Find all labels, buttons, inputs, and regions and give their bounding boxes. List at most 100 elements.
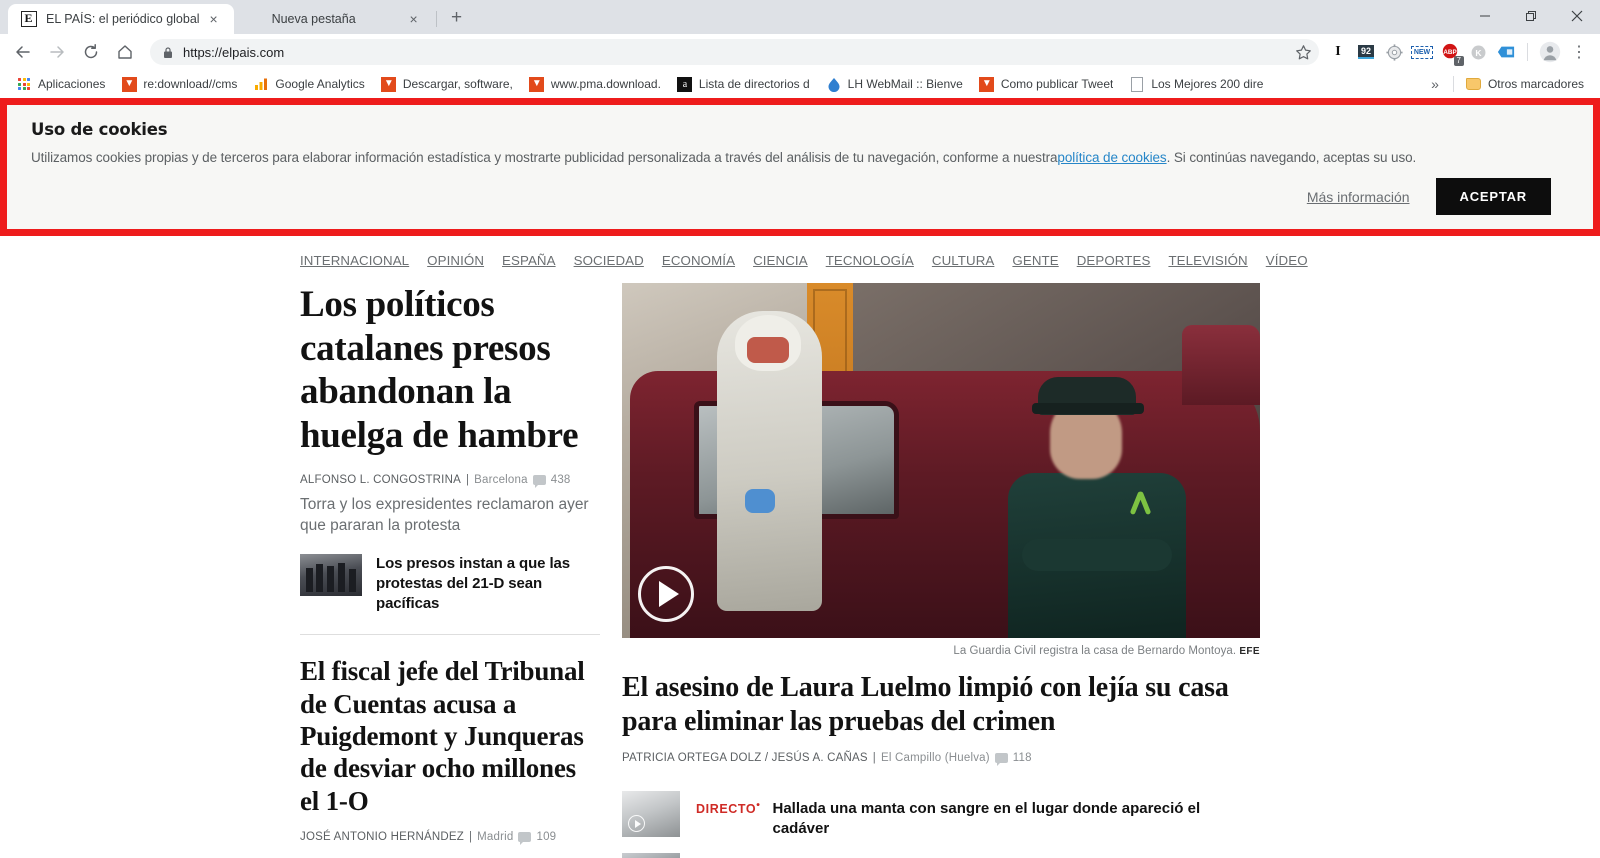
nav-tecnologia[interactable]: TECNOLOGÍA <box>826 253 914 268</box>
bookmarks-overflow-icon[interactable]: » <box>1421 76 1449 92</box>
forward-icon[interactable] <box>42 37 72 67</box>
blue-glove <box>745 489 775 513</box>
bookmark-apps[interactable]: Aplicaciones <box>8 73 113 95</box>
nav-opinion[interactable]: OPINIÓN <box>427 253 484 268</box>
main-content: Los políticos catalanes presos abandonan… <box>300 283 1260 858</box>
right-column: La Guardia Civil registra la casa de Ber… <box>622 283 1260 858</box>
bookmark-label: re:download//cms <box>143 77 238 91</box>
nav-cultura[interactable]: CULTURA <box>932 253 995 268</box>
next-article-row[interactable] <box>622 839 1260 858</box>
bookmark-star-icon[interactable] <box>1289 38 1317 66</box>
byline-separator: | <box>465 473 470 486</box>
live-article-row[interactable]: DIRECTO• Hallada una manta con sangre en… <box>622 773 1260 839</box>
bookmark-pma-download[interactable]: ▼ www.pma.download. <box>521 73 669 95</box>
bookmark-otros-marcadores[interactable]: Otros marcadores <box>1458 73 1592 95</box>
nav-sociedad[interactable]: SOCIEDAD <box>574 253 644 268</box>
nav-gente[interactable]: GENTE <box>1012 253 1058 268</box>
tab-elpais[interactable]: E EL PAÍS: el periódico global × <box>8 4 234 34</box>
section-divider <box>300 634 600 636</box>
close-window-icon[interactable] <box>1554 0 1600 32</box>
gear-extension-icon[interactable] <box>1381 39 1407 65</box>
extension-strip: I 92 NEW ABP 7 K ⋮ <box>1325 38 1592 66</box>
hero-image[interactable] <box>622 283 1260 638</box>
comment-count[interactable]: 109 <box>518 831 556 846</box>
close-icon[interactable]: × <box>206 11 222 27</box>
reload-icon[interactable] <box>76 37 106 67</box>
cookie-policy-link[interactable]: política de cookies <box>1057 150 1166 165</box>
more-info-link[interactable]: Más información <box>1307 189 1410 205</box>
related-title[interactable]: Los presos instan a que las protestas de… <box>376 554 600 614</box>
bookmark-lista-directorios[interactable]: a Lista de directorios d <box>669 73 818 95</box>
adblock-extension-icon[interactable]: ABP 7 <box>1437 39 1464 66</box>
document-icon <box>1129 76 1145 92</box>
home-icon[interactable] <box>110 37 140 67</box>
minimize-icon[interactable] <box>1462 0 1508 32</box>
blank-favicon <box>246 11 263 28</box>
bookmark-mejores-200[interactable]: Los Mejores 200 dire <box>1121 73 1271 95</box>
kaspersky-extension-icon[interactable]: K <box>1465 39 1491 65</box>
comment-count[interactable]: 438 <box>532 474 571 488</box>
fox-icon: ▼ <box>121 76 137 92</box>
related-article-1[interactable]: Los presos instan a que las protestas de… <box>300 554 600 630</box>
lead-summary: Torra y los expresidentes reclamaron aye… <box>300 495 589 534</box>
bookmark-descargar[interactable]: ▼ Descargar, software, <box>373 73 521 95</box>
nav-video[interactable]: VÍDEO <box>1266 253 1308 268</box>
back-icon[interactable] <box>8 37 38 67</box>
bookmark-lh-webmail[interactable]: LH WebMail :: Bienve <box>818 73 971 95</box>
comment-bubble-icon <box>518 832 532 846</box>
comment-count-value: 118 <box>1012 752 1032 765</box>
bookmarks-divider <box>1452 76 1454 92</box>
close-icon[interactable]: × <box>406 11 422 27</box>
related-article-2[interactable] <box>300 852 600 858</box>
tab-title: EL PAÍS: el periódico global <box>46 12 200 26</box>
live-dot-icon: • <box>756 800 761 812</box>
tag-extension-icon[interactable] <box>1493 39 1519 65</box>
new-tab-button[interactable]: + <box>443 4 471 32</box>
chrome-menu-icon[interactable]: ⋮ <box>1566 38 1592 66</box>
pagerank-extension-icon[interactable]: 92 <box>1353 39 1379 65</box>
comment-count[interactable]: 118 <box>994 752 1032 767</box>
next-title[interactable] <box>696 853 700 858</box>
nav-deportes[interactable]: DEPORTES <box>1077 253 1151 268</box>
bookmark-publicar-tweet[interactable]: ▼ Como publicar Tweet <box>971 73 1122 95</box>
comment-bubble-icon <box>532 474 546 488</box>
new-tab-extension-icon[interactable]: NEW <box>1409 39 1435 65</box>
window-controls <box>1462 0 1600 34</box>
hero-credit: EFE <box>1239 646 1260 657</box>
bookmark-label: Descargar, software, <box>402 77 513 91</box>
bookmark-redownload[interactable]: ▼ re:download//cms <box>113 73 245 95</box>
nav-television[interactable]: TELEVISIÓN <box>1168 253 1247 268</box>
cookie-banner-title: Uso de cookies <box>31 120 168 139</box>
accept-cookies-button[interactable]: ACEPTAR <box>1435 178 1551 215</box>
toolbar-divider <box>1527 43 1528 61</box>
live-title[interactable]: Hallada una manta con sangre en el lugar… <box>772 799 1260 839</box>
tab-strip: E EL PAÍS: el periódico global × Nueva p… <box>0 4 1462 34</box>
nav-internacional[interactable]: INTERNACIONAL <box>300 253 409 268</box>
second-headline[interactable]: El fiscal jefe del Tribunal de Cuentas a… <box>300 655 600 817</box>
byline-separator: | <box>872 752 876 765</box>
nav-economia[interactable]: ECONOMÍA <box>662 253 735 268</box>
mask <box>747 337 789 363</box>
hero-caption-text: La Guardia Civil registra la casa de Ber… <box>953 645 1237 657</box>
green-ribbon-icon <box>1130 491 1152 517</box>
lead-headline[interactable]: Los políticos catalanes presos abandonan… <box>300 283 600 458</box>
cookie-text-after: . Si continúas navegando, aceptas su uso… <box>1166 150 1417 165</box>
play-button[interactable] <box>638 566 694 622</box>
cookie-consent-banner: Uso de cookies Utilizamos cookies propia… <box>0 98 1600 236</box>
bookmark-label: Otros marcadores <box>1487 77 1584 91</box>
byline-author: PATRICIA ORTEGA DOLZ / JESÚS A. CAÑAS <box>622 752 868 765</box>
avatar[interactable] <box>1536 38 1564 66</box>
address-bar[interactable]: https://elpais.com <box>150 39 1319 65</box>
instapaper-extension-icon[interactable]: I <box>1325 39 1351 65</box>
bookmark-google-analytics[interactable]: Google Analytics <box>245 73 372 95</box>
maximize-icon[interactable] <box>1508 0 1554 32</box>
nav-ciencia[interactable]: CIENCIA <box>753 253 808 268</box>
nav-espana[interactable]: ESPAÑA <box>502 253 556 268</box>
civil-guard-officer <box>1002 363 1192 638</box>
tab-new[interactable]: Nueva pestaña × <box>234 4 434 34</box>
right-headline[interactable]: El asesino de Laura Luelmo limpió con le… <box>622 671 1260 738</box>
bookmark-label: Como publicar Tweet <box>1000 77 1114 91</box>
mail-drop-icon <box>826 76 842 92</box>
svg-text:K: K <box>1475 47 1482 57</box>
hero-second-car <box>1182 325 1260 405</box>
